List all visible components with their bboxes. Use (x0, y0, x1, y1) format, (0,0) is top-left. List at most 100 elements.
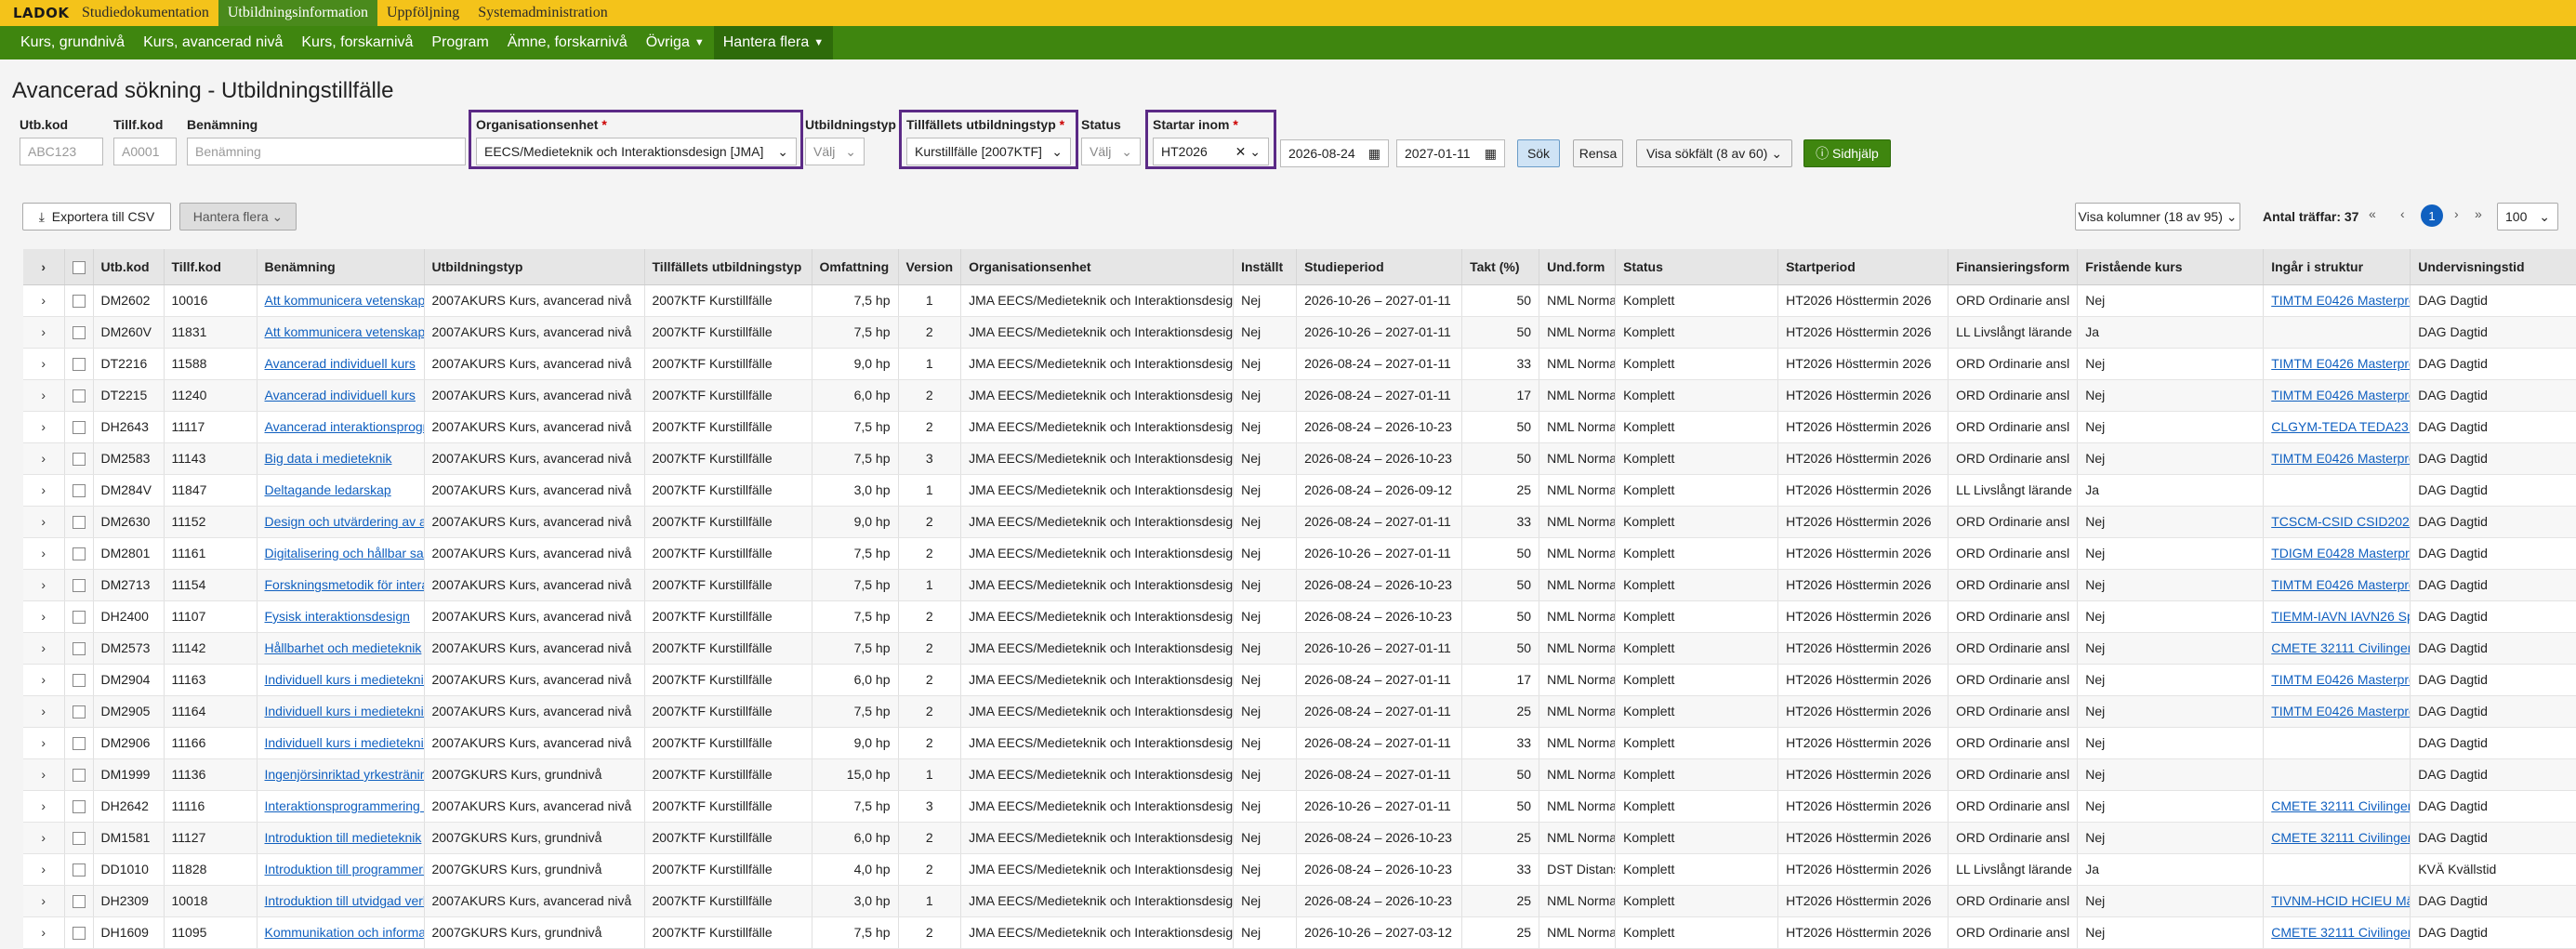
calendar-icon[interactable]: ▦ (1485, 146, 1497, 162)
col-header[interactable]: Omfattning (812, 249, 899, 285)
top-tab-studiedokumentation[interactable]: Studiedokumentation (73, 0, 218, 26)
course-name-link[interactable]: Deltagande ledarskap (265, 482, 391, 497)
expand-row-icon[interactable]: › (23, 600, 65, 633)
row-checkbox[interactable] (64, 474, 94, 507)
structure-link[interactable]: TIMTM E0426 Masterprogram, interaktiv ..… (2271, 293, 2410, 308)
next-page-icon[interactable]: › (2454, 206, 2459, 221)
nav-ovriga-dropdown[interactable]: Övriga ▼ (637, 26, 714, 59)
row-checkbox[interactable] (64, 379, 94, 412)
row-checkbox[interactable] (64, 822, 94, 854)
rensa-button[interactable]: Rensa (1573, 139, 1623, 167)
row-checkbox[interactable] (64, 442, 94, 475)
course-name-link[interactable]: Big data i medieteknik (265, 451, 392, 466)
structure-link[interactable]: TIMTM E0426 Masterprogram, interaktiv ..… (2271, 451, 2410, 466)
top-tab-systemadministration[interactable]: Systemadministration (469, 0, 617, 26)
top-tab-uppfoljning[interactable]: Uppföljning (377, 0, 469, 26)
expand-row-icon[interactable]: › (23, 632, 65, 665)
course-name-link[interactable]: Fysisk interaktionsdesign (265, 609, 410, 624)
prev-page-icon[interactable]: ‹ (2400, 206, 2405, 221)
col-header[interactable]: Takt (%) (1461, 249, 1540, 285)
table-row[interactable]: › DD1010 11828 Introduktion till programmer… (23, 853, 2576, 886)
row-checkbox[interactable] (64, 632, 94, 665)
course-name-link[interactable]: Avancerad individuell kurs (265, 356, 416, 371)
expand-row-icon[interactable]: › (23, 569, 65, 601)
course-name-link[interactable]: Avancerad individuell kurs (265, 388, 416, 402)
course-name-link[interactable]: Introduktion till programmering (265, 862, 424, 877)
row-checkbox[interactable] (64, 569, 94, 601)
expand-row-icon[interactable]: › (23, 316, 65, 349)
structure-link[interactable]: TIMTM E0426 Masterprogram, interaktiv ..… (2271, 704, 2410, 718)
course-name-link[interactable]: Ingenjörsinriktad yrkesträning (265, 767, 424, 782)
table-row[interactable]: › DM2906 11166 Individuell kurs i medietekn… (23, 727, 2576, 759)
nav-hantera-flera-dropdown[interactable]: Hantera flera ▼ (713, 26, 834, 59)
expand-row-icon[interactable]: › (23, 885, 65, 917)
course-name-link[interactable]: Att kommunicera vetenskap (265, 293, 424, 308)
structure-link[interactable]: CMETE 32111 Civilingenjörsutbildning i m… (2271, 925, 2410, 940)
clear-x-icon[interactable]: ✕ ⌄ (1235, 144, 1261, 160)
structure-link[interactable]: TIMTM E0426 Masterprogram, interaktiv ..… (2271, 672, 2410, 687)
row-checkbox[interactable] (64, 506, 94, 538)
col-header[interactable]: Utbildningstyp (424, 249, 645, 285)
table-row[interactable]: › DM2905 11164 Individuell kurs i medietekn… (23, 695, 2576, 728)
col-header[interactable]: Finansieringsform (1948, 249, 2079, 285)
course-name-link[interactable]: Individuell kurs i medieteknik (265, 735, 424, 750)
table-row[interactable]: › DM263011152 Design och utvärdering av av… (23, 506, 2576, 538)
utbkod-input[interactable]: ABC123 (20, 138, 103, 165)
date-from-input[interactable]: 2026-08-24 ▦ (1280, 139, 1389, 167)
ladok-logo[interactable]: LADOK (0, 0, 73, 26)
col-header[interactable]: Startperiod (1777, 249, 1949, 285)
expand-row-icon[interactable]: › (23, 506, 65, 538)
export-csv-button[interactable]: ⤓ Exportera till CSV (22, 203, 171, 231)
nav-amne-forskarniva[interactable]: Ämne, forskarnivå (498, 26, 637, 59)
col-header[interactable]: Tillf.kod (164, 249, 258, 285)
structure-link[interactable]: TIEMM-IAVN IAVN26 Spår, interaktion och.… (2271, 609, 2410, 624)
expand-row-icon[interactable]: › (23, 822, 65, 854)
table-row[interactable]: › DM2801 11161 Digitalisering och hållbar s… (23, 537, 2576, 570)
table-row[interactable]: › DH160911095 Kommunikation och informatio… (23, 916, 2576, 949)
table-row[interactable]: › DM2583 11143 Big data i medieteknik 2007AK… (23, 442, 2576, 475)
course-name-link[interactable]: Individuell kurs i medieteknik (265, 672, 424, 687)
row-checkbox[interactable] (64, 537, 94, 570)
structure-link[interactable]: TIMTM E0426 Masterprogram, interaktiv ..… (2271, 356, 2410, 371)
nav-kurs-forskarniva[interactable]: Kurs, forskarnivå (292, 26, 422, 59)
row-checkbox[interactable] (64, 853, 94, 886)
expand-all-icon[interactable]: › (23, 249, 65, 285)
visa-kolumner-button[interactable]: Visa kolumner (18 av 95) ⌄ (2075, 203, 2240, 231)
col-header[interactable]: Inställt (1233, 249, 1298, 285)
last-page-icon[interactable]: » (2475, 206, 2482, 221)
col-header[interactable]: Ingår i struktur (2263, 249, 2411, 285)
row-checkbox[interactable] (64, 348, 94, 380)
row-checkbox[interactable] (64, 916, 94, 949)
nav-program[interactable]: Program (422, 26, 497, 59)
table-row[interactable]: › DH2309 10018 Introduktion till utvidgad v… (23, 885, 2576, 917)
tillfkod-input[interactable]: A0001 (113, 138, 177, 165)
course-name-link[interactable]: Introduktion till medieteknik (265, 830, 422, 845)
expand-row-icon[interactable]: › (23, 474, 65, 507)
structure-link[interactable]: CMETE 32111 Civilingenjörsutbildning i m… (2271, 640, 2410, 655)
per-page-select[interactable]: 100 ⌄ (2497, 203, 2558, 231)
structure-link[interactable]: TIVNM-HCID HCIEU Människa dator inter... (2271, 893, 2410, 908)
table-row[interactable]: › DM1581 11127 Introduktion till medietekni… (23, 822, 2576, 854)
startar-select[interactable]: HT2026 ✕ ⌄ (1153, 138, 1269, 165)
expand-row-icon[interactable]: › (23, 790, 65, 823)
expand-row-icon[interactable]: › (23, 727, 65, 759)
table-row[interactable]: › DM271311154 Forskningsmetodik för intera… (23, 569, 2576, 601)
table-row[interactable]: › DM1999 11136 Ingenjörsinriktad yrkesträni… (23, 758, 2576, 791)
structure-link[interactable]: CLGYM-TEDA TEDA23 Matematik och Te... (2271, 419, 2410, 434)
course-name-link[interactable]: Digitalisering och hållbar samhälle (265, 546, 424, 560)
structure-link[interactable]: TIMTM E0426 Masterprogram, interaktiv ..… (2271, 577, 2410, 592)
first-page-icon[interactable]: « (2369, 206, 2376, 221)
nav-kurs-grundniva[interactable]: Kurs, grundnivå (11, 26, 134, 59)
table-row[interactable]: › DM2904 11163 Individuell kurs i medietekn… (23, 664, 2576, 696)
col-header[interactable]: Und.form (1539, 249, 1617, 285)
calendar-icon[interactable]: ▦ (1368, 146, 1380, 162)
expand-row-icon[interactable]: › (23, 379, 65, 412)
course-name-link[interactable]: Design och utvärdering av avancerade (265, 514, 424, 529)
date-to-input[interactable]: 2027-01-11 ▦ (1396, 139, 1505, 167)
table-row[interactable]: › DM2602 10016 Att kommunicera vetenskap 200… (23, 284, 2576, 317)
col-header[interactable]: Utb.kod (93, 249, 165, 285)
row-checkbox[interactable] (64, 695, 94, 728)
table-row[interactable]: › DM2573 11142 Hållbarhet och medieteknik 20… (23, 632, 2576, 665)
expand-row-icon[interactable]: › (23, 758, 65, 791)
expand-row-icon[interactable]: › (23, 664, 65, 696)
